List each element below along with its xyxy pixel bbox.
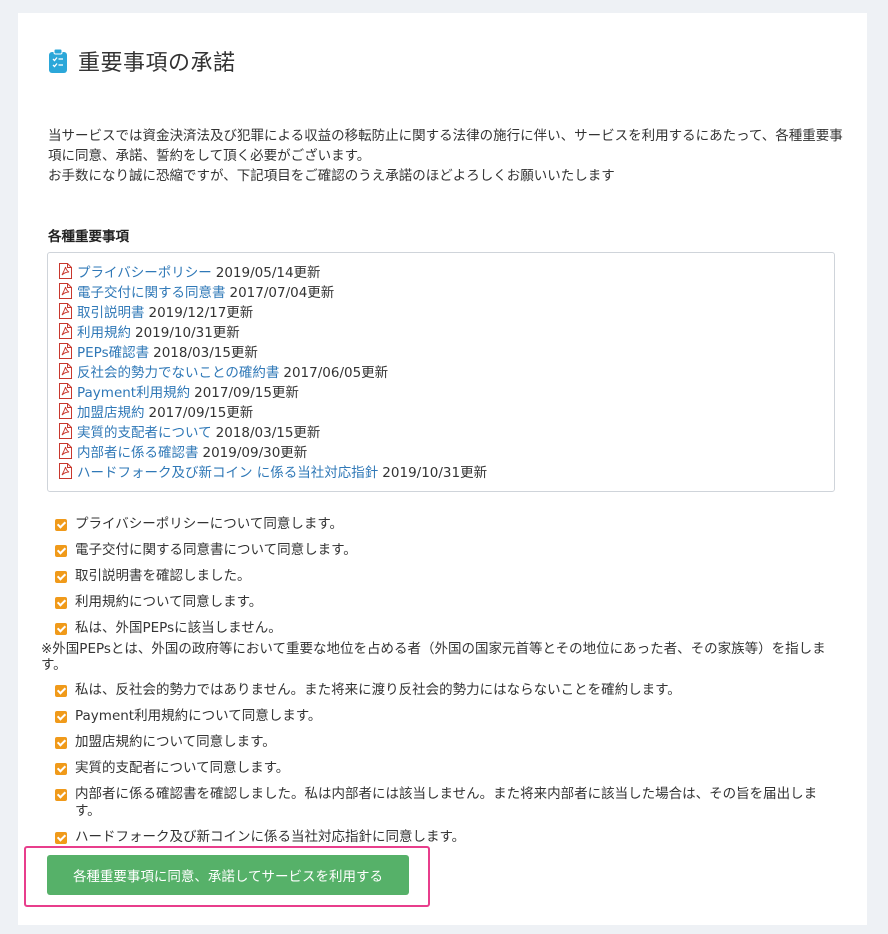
document-item: プライバシーポリシー 2019/05/14更新 bbox=[58, 261, 834, 281]
document-updated-date: 2019/10/31更新 bbox=[135, 325, 240, 341]
pdf-icon bbox=[58, 443, 73, 459]
intro-line-2: お手数になり誠に恐縮ですが、下記項目をご確認のうえ承諾のほどよろしくお願いいたし… bbox=[48, 168, 615, 184]
agree-and-use-service-button[interactable]: 各種重要事項に同意、承諾してサービスを利用する bbox=[47, 855, 409, 895]
agreement-text: プライバシーポリシーについて同意します。 bbox=[75, 516, 343, 532]
agreement-text: 取引説明書を確認しました。 bbox=[75, 568, 251, 584]
intro-line-1: 当サービスでは資金決済法及び犯罪による収益の移転防止に関する法律の施行に伴い、サ… bbox=[48, 128, 843, 164]
agreement-text: 利用規約について同意します。 bbox=[75, 594, 263, 610]
pdf-icon bbox=[58, 383, 73, 399]
document-updated-date: 2017/06/05更新 bbox=[283, 365, 389, 381]
peps-note: ※外国PEPsとは、外国の政府等において重要な地位を占める者（外国の国家元首等と… bbox=[41, 641, 826, 673]
document-item: ハードフォーク及び新コイン に係る当社対応指針 2019/10/31更新 bbox=[58, 461, 834, 481]
document-link[interactable]: 取引説明書 bbox=[77, 301, 145, 321]
document-item: 実質的支配者について 2018/03/15更新 bbox=[58, 421, 834, 441]
document-link[interactable]: 反社会的勢力でないことの確約書 bbox=[77, 361, 279, 381]
document-item: 利用規約 2019/10/31更新 bbox=[58, 321, 834, 341]
agreement-checkbox[interactable] bbox=[55, 545, 67, 557]
pdf-icon bbox=[58, 323, 73, 339]
agreement-item: Payment利用規約について同意します。 bbox=[53, 708, 833, 725]
document-link[interactable]: 利用規約 bbox=[77, 321, 131, 341]
documents-list: プライバシーポリシー 2019/05/14更新 電子交付に関する同意書 2017/07… bbox=[47, 252, 835, 492]
document-updated-date: 2017/09/15更新 bbox=[148, 405, 254, 421]
pdf-icon bbox=[58, 343, 73, 359]
document-updated-date: 2019/10/31更新 bbox=[382, 465, 488, 481]
intro-text: 当サービスでは資金決済法及び犯罪による収益の移転防止に関する法律の施行に伴い、サ… bbox=[48, 126, 848, 186]
document-link[interactable]: 加盟店規約 bbox=[77, 401, 145, 421]
document-updated-date: 2018/03/15更新 bbox=[215, 425, 321, 441]
agreement-checklist: プライバシーポリシーについて同意します。 電子交付に関する同意書について同意します… bbox=[41, 516, 833, 855]
document-link[interactable]: 電子交付に関する同意書 bbox=[77, 281, 226, 301]
agreement-checkbox[interactable] bbox=[55, 737, 67, 749]
pdf-icon bbox=[58, 283, 73, 299]
pdf-icon bbox=[58, 363, 73, 379]
agreement-text: 内部者に係る確認書を確認しました。私は内部者には該当しません。また将来内部者に該… bbox=[75, 786, 818, 819]
document-updated-date: 2017/09/15更新 bbox=[194, 385, 299, 401]
document-link[interactable]: 実質的支配者について bbox=[77, 421, 212, 441]
pdf-icon bbox=[58, 263, 73, 279]
document-item: 取引説明書 2019/12/17更新 bbox=[58, 301, 834, 321]
agreement-item: 利用規約について同意します。 bbox=[53, 594, 833, 611]
agreement-checkbox[interactable] bbox=[55, 763, 67, 775]
clipboard-checklist-icon bbox=[48, 48, 68, 74]
agreement-item: 内部者に係る確認書を確認しました。私は内部者には該当しません。また将来内部者に該… bbox=[53, 786, 833, 820]
agreement-item: 私は、外国PEPsに該当しません。 bbox=[53, 620, 833, 637]
agreement-item: 電子交付に関する同意書について同意します。 bbox=[53, 542, 833, 559]
document-updated-date: 2019/05/14更新 bbox=[215, 265, 321, 281]
agreement-item: 私は、反社会的勢力ではありません。また将来に渡り反社会的勢力にはならないことを確… bbox=[53, 682, 833, 699]
documents-heading: 各種重要事項 bbox=[48, 229, 129, 245]
consent-panel: 重要事項の承諾 当サービスでは資金決済法及び犯罪による収益の移転防止に関する法律… bbox=[18, 13, 867, 925]
agreement-item: 加盟店規約について同意します。 bbox=[53, 734, 833, 751]
agreement-checkbox[interactable] bbox=[55, 597, 67, 609]
document-updated-date: 2017/07/04更新 bbox=[229, 285, 335, 301]
document-link[interactable]: プライバシーポリシー bbox=[77, 261, 212, 281]
agreement-text: ハードフォーク及び新コインに係る当社対応指針に同意します。 bbox=[75, 829, 466, 845]
agreement-checkbox[interactable] bbox=[55, 832, 67, 844]
agreement-checkbox[interactable] bbox=[55, 685, 67, 697]
pdf-icon bbox=[58, 303, 73, 319]
document-updated-date: 2019/09/30更新 bbox=[202, 445, 308, 461]
agreement-text: Payment利用規約について同意します。 bbox=[75, 708, 322, 724]
agreement-item: 取引説明書を確認しました。 bbox=[53, 568, 833, 585]
agreement-item: 実質的支配者について同意します。 bbox=[53, 760, 833, 777]
document-item: PEPs確認書 2018/03/15更新 bbox=[58, 341, 834, 361]
page-title: 重要事項の承諾 bbox=[78, 51, 236, 76]
pdf-icon bbox=[58, 463, 73, 479]
agreement-text: 実質的支配者について同意します。 bbox=[75, 760, 290, 776]
document-link[interactable]: 内部者に係る確認書 bbox=[77, 441, 199, 461]
agreement-text: 加盟店規約について同意します。 bbox=[75, 734, 276, 750]
agreement-text: 私は、外国PEPsに該当しません。 bbox=[75, 620, 282, 636]
document-item: 加盟店規約 2017/09/15更新 bbox=[58, 401, 834, 421]
document-updated-date: 2018/03/15更新 bbox=[153, 345, 258, 361]
pdf-icon bbox=[58, 403, 73, 419]
title-row: 重要事項の承諾 bbox=[48, 45, 236, 77]
document-link[interactable]: PEPs確認書 bbox=[77, 341, 149, 361]
document-link[interactable]: Payment利用規約 bbox=[77, 381, 190, 401]
agreement-text: 私は、反社会的勢力ではありません。また将来に渡り反社会的勢力にはならないことを確… bbox=[75, 682, 681, 698]
agreement-text: 電子交付に関する同意書について同意します。 bbox=[75, 542, 357, 558]
document-updated-date: 2019/12/17更新 bbox=[148, 305, 254, 321]
agreement-item: プライバシーポリシーについて同意します。 bbox=[53, 516, 833, 533]
document-item: 内部者に係る確認書 2019/09/30更新 bbox=[58, 441, 834, 461]
document-item: 反社会的勢力でないことの確約書 2017/06/05更新 bbox=[58, 361, 834, 381]
agreement-checkbox[interactable] bbox=[55, 789, 67, 801]
agreement-checkbox[interactable] bbox=[55, 711, 67, 723]
agreement-checkbox[interactable] bbox=[55, 571, 67, 583]
document-item: 電子交付に関する同意書 2017/07/04更新 bbox=[58, 281, 834, 301]
document-link[interactable]: ハードフォーク及び新コイン に係る当社対応指針 bbox=[77, 461, 378, 481]
agreement-checkbox[interactable] bbox=[55, 623, 67, 635]
agreement-item: ハードフォーク及び新コインに係る当社対応指針に同意します。 bbox=[53, 829, 833, 846]
document-item: Payment利用規約 2017/09/15更新 bbox=[58, 381, 834, 401]
agreement-checkbox[interactable] bbox=[55, 519, 67, 531]
pdf-icon bbox=[58, 423, 73, 439]
